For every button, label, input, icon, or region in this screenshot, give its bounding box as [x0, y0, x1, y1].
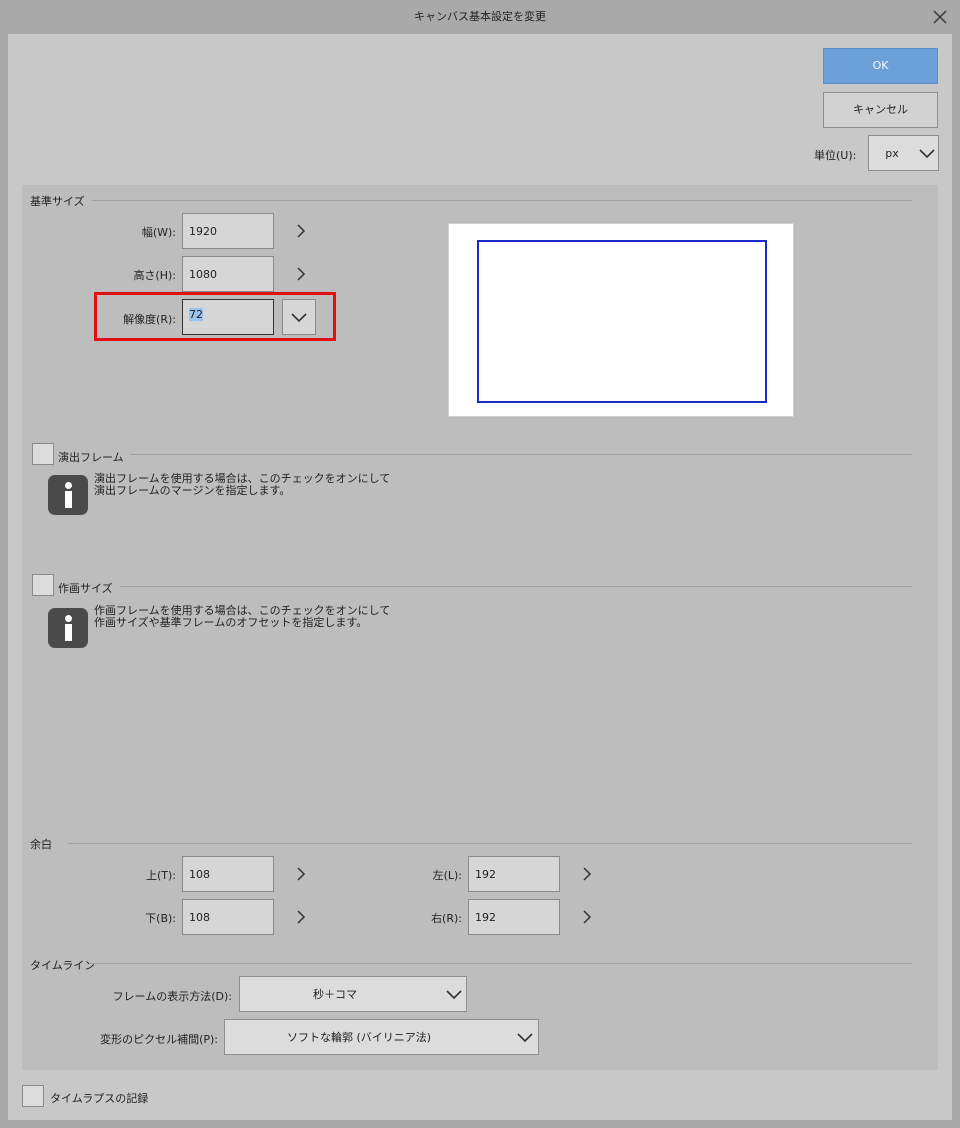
margin-label: 余白 — [30, 838, 52, 851]
chevron-down-icon — [446, 990, 462, 1000]
margin-divider — [68, 843, 912, 844]
chevron-down-icon — [291, 313, 307, 323]
drawing-size-label: 作画サイズ — [58, 582, 113, 595]
production-frame-checkbox[interactable] — [32, 443, 54, 465]
production-frame-label: 演出フレーム — [58, 451, 124, 464]
margin-bottom-label: 下(B): — [145, 912, 176, 925]
chevron-right-icon[interactable] — [294, 224, 308, 238]
margin-top-input[interactable] — [182, 856, 274, 892]
close-icon[interactable] — [930, 7, 950, 27]
base-size-divider — [92, 200, 912, 201]
frame-display-select[interactable]: 秒＋コマ — [239, 976, 467, 1012]
chevron-right-icon[interactable] — [294, 867, 308, 881]
chevron-right-icon[interactable] — [294, 910, 308, 924]
production-frame-info-line2: 演出フレームのマージンを指定します。 — [94, 484, 291, 497]
frame-display-label: フレームの表示方法(D): — [112, 990, 232, 1003]
interpolation-select[interactable]: ソフトな輪郭 (バイリニア法) — [224, 1019, 539, 1055]
chevron-right-icon[interactable] — [580, 867, 594, 881]
margin-left-label: 左(L): — [432, 869, 462, 882]
ok-button[interactable]: OK — [823, 48, 938, 84]
width-input[interactable] — [182, 213, 274, 249]
chevron-right-icon[interactable] — [580, 910, 594, 924]
dialog-title: キャンバス基本設定を変更 — [414, 10, 546, 23]
chevron-down-icon — [517, 1033, 533, 1043]
width-label: 幅(W): — [141, 226, 176, 239]
chevron-down-icon — [919, 149, 935, 159]
margin-right-label: 右(R): — [431, 912, 462, 925]
drawing-size-info-line2: 作画サイズや基準フレームのオフセットを指定します。 — [94, 616, 368, 629]
base-size-label: 基準サイズ — [30, 195, 85, 208]
timelapse-checkbox[interactable] — [22, 1085, 44, 1107]
unit-label: 単位(U): — [814, 149, 857, 162]
timeline-label: タイムライン — [30, 959, 96, 972]
interpolation-value: ソフトな輪郭 (バイリニア法) — [286, 1031, 432, 1044]
title-bar: キャンバス基本設定を変更 — [0, 0, 960, 34]
chevron-right-icon[interactable] — [294, 267, 308, 281]
interpolation-label: 変形のピクセル補間(P): — [100, 1033, 218, 1046]
timelapse-label: タイムラプスの記録 — [50, 1092, 149, 1105]
height-label: 高さ(H): — [133, 269, 176, 282]
margin-left-input[interactable] — [468, 856, 560, 892]
drawing-size-divider — [120, 586, 912, 587]
info-icon — [48, 608, 88, 648]
resolution-label: 解像度(R): — [123, 313, 176, 326]
canvas-preview-frame — [477, 240, 767, 403]
frame-display-value: 秒＋コマ — [313, 988, 357, 1001]
timeline-divider — [90, 963, 912, 964]
resolution-dropdown-button[interactable] — [282, 299, 316, 335]
resolution-value: 72 — [189, 308, 203, 321]
unit-select[interactable]: px — [868, 135, 939, 171]
resolution-input[interactable]: 72 — [182, 299, 274, 335]
canvas-settings-dialog: OK キャンセル 単位(U): px 基準サイズ 幅(W): 高さ(H): 解像… — [8, 34, 952, 1120]
unit-select-value: px — [885, 146, 899, 160]
margin-top-label: 上(T): — [145, 869, 176, 882]
canvas-preview — [448, 223, 794, 417]
drawing-size-checkbox[interactable] — [32, 574, 54, 596]
margin-right-input[interactable] — [468, 899, 560, 935]
production-frame-divider — [130, 454, 912, 455]
cancel-button[interactable]: キャンセル — [823, 92, 938, 128]
info-icon — [48, 475, 88, 515]
margin-bottom-input[interactable] — [182, 899, 274, 935]
height-input[interactable] — [182, 256, 274, 292]
